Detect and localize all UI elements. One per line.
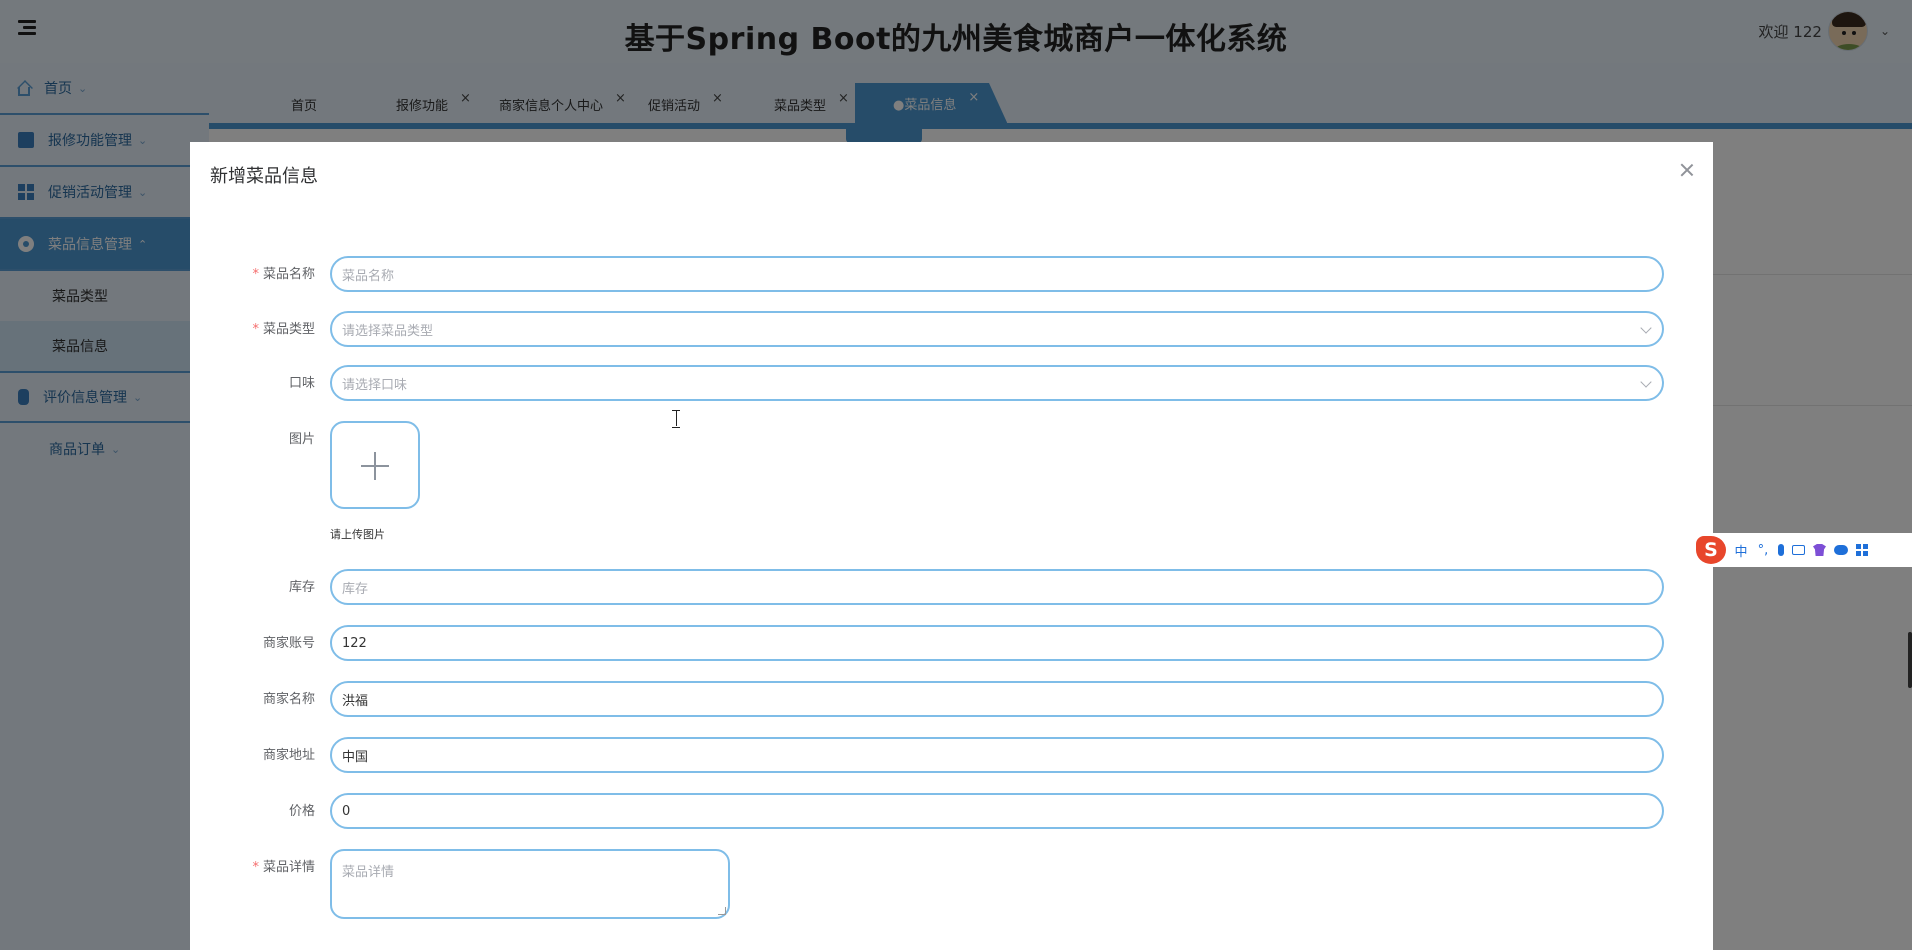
- sogou-logo-icon[interactable]: S: [1696, 536, 1726, 564]
- close-icon[interactable]: [1679, 162, 1695, 178]
- price-label: 价格: [288, 804, 315, 819]
- assistant-icon[interactable]: [1834, 545, 1848, 555]
- merchant-address-label: 商家地址: [262, 748, 315, 763]
- dish-type-label: * 菜品类型: [252, 322, 315, 337]
- merchant-account-input[interactable]: 122: [330, 625, 1664, 661]
- resize-handle-icon[interactable]: [718, 907, 726, 915]
- merchant-account-label: 商家账号: [262, 636, 315, 651]
- merchant-name-label: 商家名称: [262, 692, 315, 707]
- apps-icon[interactable]: [1856, 544, 1868, 556]
- dish-name-input[interactable]: 菜品名称: [330, 256, 1664, 292]
- skin-icon[interactable]: [1813, 544, 1826, 556]
- scrollbar[interactable]: [1908, 632, 1912, 688]
- image-label: 图片: [288, 432, 315, 447]
- chevron-down-icon: [1640, 376, 1652, 388]
- stock-input[interactable]: 库存: [330, 569, 1664, 605]
- ime-punctuation-toggle[interactable]: °,: [1756, 543, 1770, 558]
- microphone-icon[interactable]: [1778, 544, 1784, 556]
- stock-label: 库存: [288, 580, 315, 595]
- flavor-select[interactable]: 请选择口味: [330, 365, 1664, 401]
- upload-tip: 请上传图片: [330, 528, 385, 541]
- dish-detail-label: * 菜品详情: [252, 860, 315, 875]
- dish-type-select[interactable]: 请选择菜品类型: [330, 311, 1664, 347]
- dish-name-label: * 菜品名称: [252, 267, 315, 282]
- price-input[interactable]: 0: [330, 793, 1664, 829]
- text-cursor-icon: [672, 410, 680, 428]
- dialog-title: 新增菜品信息: [210, 166, 318, 187]
- keyboard-icon[interactable]: [1792, 545, 1805, 555]
- chevron-down-icon: [1640, 322, 1652, 334]
- merchant-address-input[interactable]: 中国: [330, 737, 1664, 773]
- ime-toolbar: S 中 °,: [1694, 533, 1912, 567]
- merchant-name-input[interactable]: 洪福: [330, 681, 1664, 717]
- image-upload-button[interactable]: [330, 421, 420, 509]
- flavor-label: 口味: [288, 376, 315, 391]
- ime-language-toggle[interactable]: 中: [1734, 541, 1748, 560]
- add-dish-dialog: 新增菜品信息 * 菜品名称 菜品名称 * 菜品类型 请选择菜品类型 口味 请选择口味…: [190, 142, 1713, 950]
- dish-detail-textarea[interactable]: 菜品详情: [330, 849, 730, 919]
